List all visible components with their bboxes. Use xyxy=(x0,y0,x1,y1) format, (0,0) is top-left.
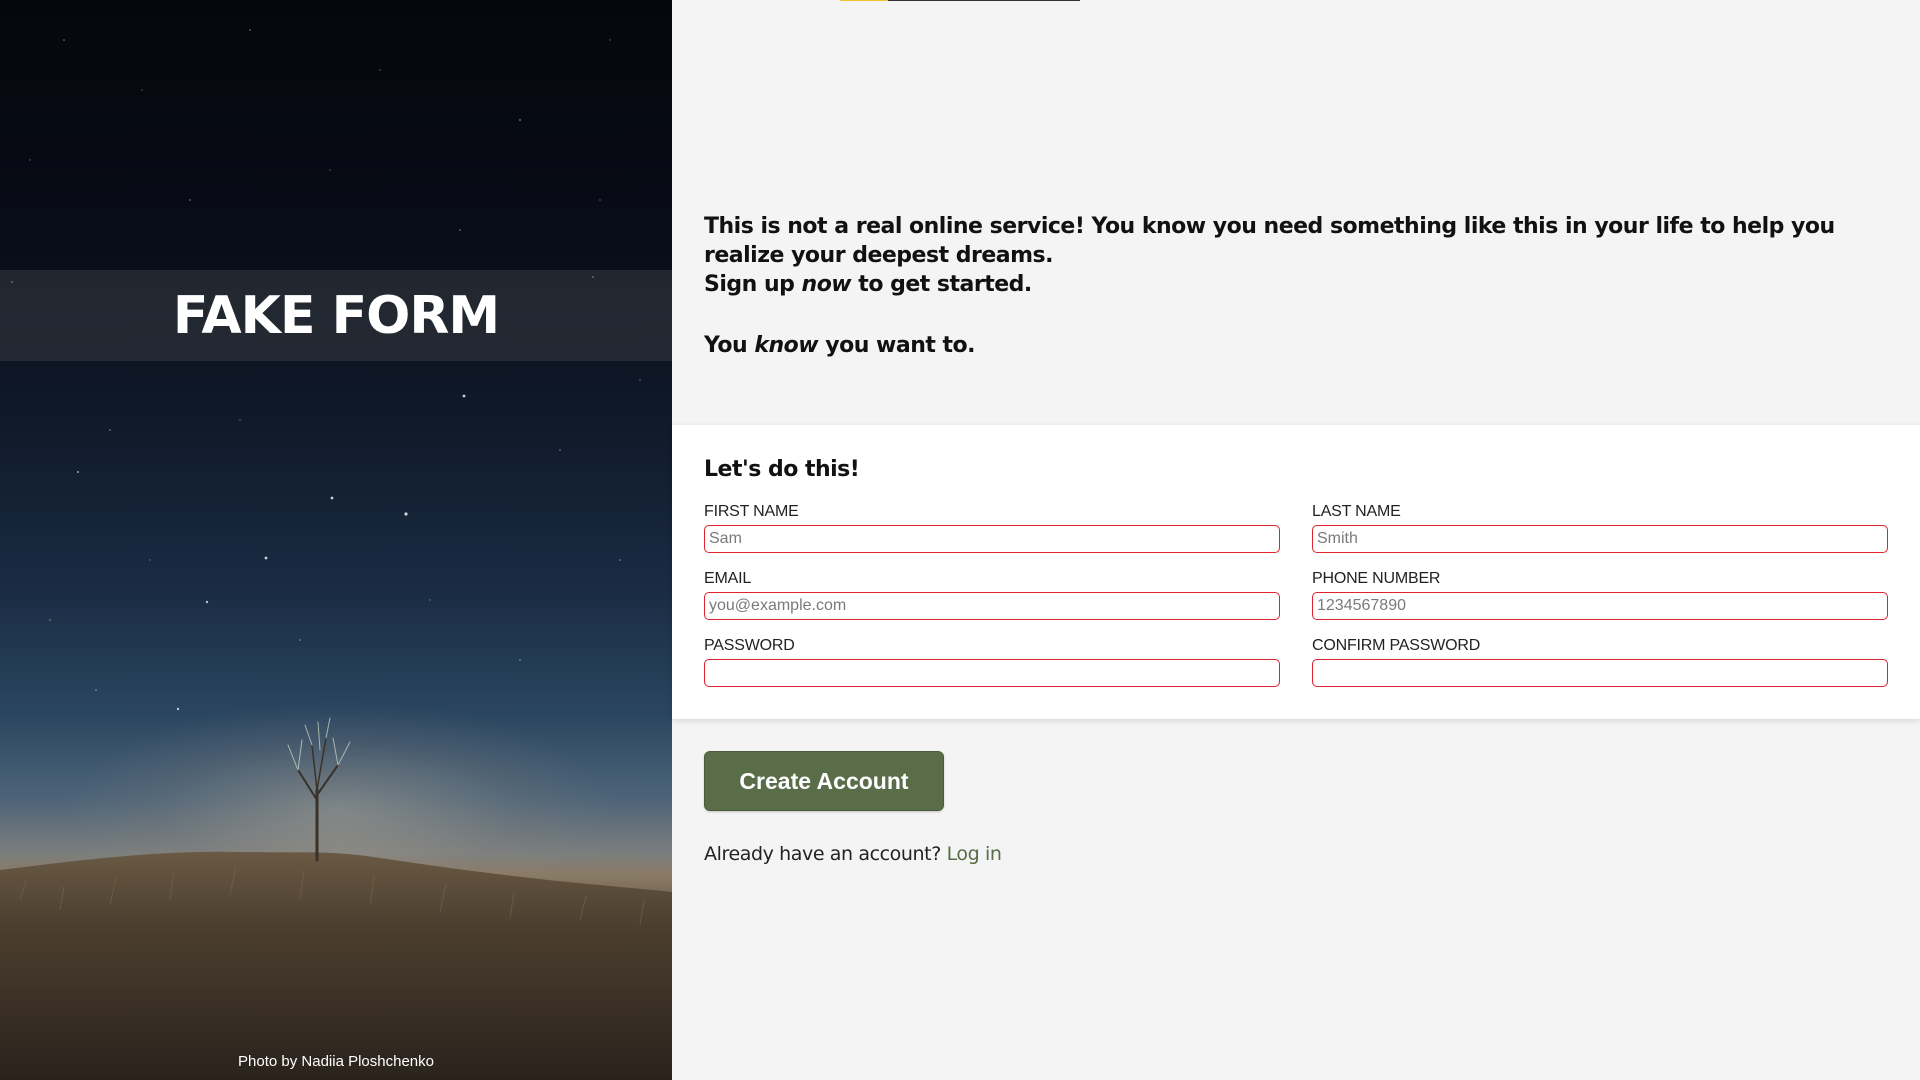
intro-line-2-prefix: Sign up xyxy=(704,272,802,297)
hero-image: FAKE FORM Photo by Nadiia Ploshchenko xyxy=(0,0,672,1080)
intro-line-2-suffix: to get started. xyxy=(851,272,1032,297)
login-prompt-text: Already have an account? xyxy=(704,843,947,865)
confirm-password-label: CONFIRM PASSWORD xyxy=(1312,637,1481,654)
login-link[interactable]: Log in xyxy=(947,843,1002,865)
signup-page: FAKE FORM Photo by Nadiia Ploshchenko Th… xyxy=(0,0,1920,1080)
phone-number-field: PHONE NUMBER xyxy=(1312,569,1888,620)
intro-line-1: This is not a real online service! You k… xyxy=(704,214,1835,268)
last-name-field: LAST NAME xyxy=(1312,502,1888,553)
login-prompt: Already have an account? Log in xyxy=(704,843,1002,865)
accent-segment-yellow xyxy=(840,0,888,1)
accent-segment-dark xyxy=(888,0,1080,1)
intro-text: This is not a real online service! You k… xyxy=(704,212,1884,360)
password-field: PASSWORD xyxy=(704,636,1280,687)
signup-form: Let's do this! FIRST NAME LAST NAME EMAI… xyxy=(672,425,1920,719)
intro-line-2: Sign up now to get started. xyxy=(704,270,1884,299)
intro-emphasis-know: know xyxy=(754,333,819,358)
password-label: PASSWORD xyxy=(704,637,795,654)
photo-credit: Photo by Nadiia Ploshchenko xyxy=(238,1053,434,1070)
form-heading: Let's do this! xyxy=(704,457,860,482)
intro-line-3-prefix: You xyxy=(704,333,755,358)
phone-number-input[interactable] xyxy=(1312,592,1888,620)
intro-line-3-suffix: you want to. xyxy=(818,333,976,358)
hill-with-tree xyxy=(0,717,672,1080)
email-label: EMAIL xyxy=(704,570,752,587)
email-field: EMAIL xyxy=(704,569,1280,620)
last-name-label: LAST NAME xyxy=(1312,503,1401,520)
password-input[interactable] xyxy=(704,659,1280,687)
intro-emphasis-now: now xyxy=(801,272,852,297)
email-input[interactable] xyxy=(704,592,1280,620)
phone-number-label: PHONE NUMBER xyxy=(1312,570,1441,587)
first-name-input[interactable] xyxy=(704,525,1280,553)
last-name-input[interactable] xyxy=(1312,525,1888,553)
hero-title: FAKE FORM xyxy=(172,285,500,346)
hero-title-band: FAKE FORM xyxy=(0,270,672,361)
confirm-password-field: CONFIRM PASSWORD xyxy=(1312,636,1888,687)
create-account-button[interactable]: Create Account xyxy=(704,751,944,811)
intro-line-3: You know you want to. xyxy=(704,331,1884,360)
confirm-password-input[interactable] xyxy=(1312,659,1888,687)
top-accent-bar xyxy=(840,0,1080,1)
first-name-field: FIRST NAME xyxy=(704,502,1280,553)
first-name-label: FIRST NAME xyxy=(704,503,799,520)
